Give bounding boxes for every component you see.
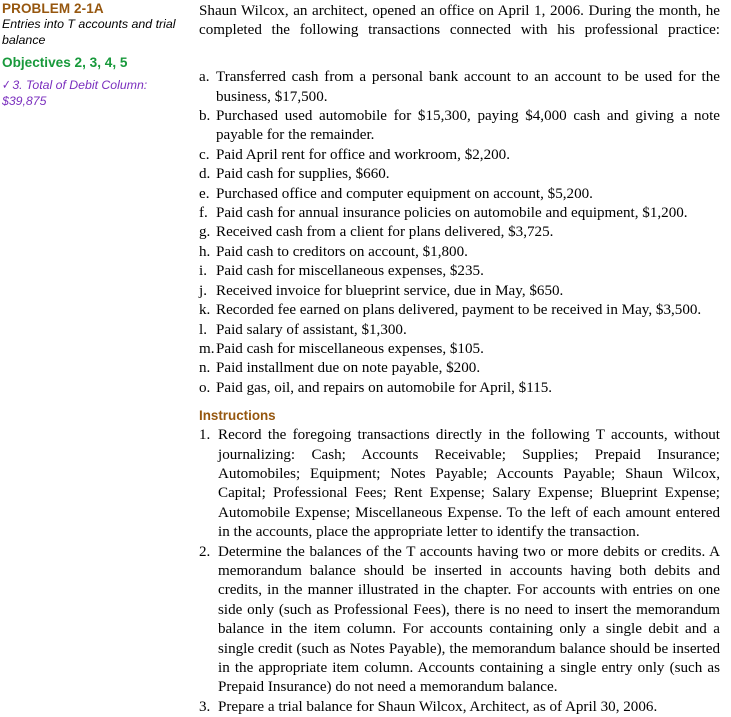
margin-notes-column: PROBLEM 2-1A Entries into T accounts and… bbox=[2, 0, 188, 109]
transaction-item: m. Paid cash for miscellaneous expenses, … bbox=[199, 340, 720, 359]
main-content-column: Shaun Wilcox, an architect, opened an of… bbox=[199, 0, 720, 717]
transaction-marker: i. bbox=[199, 263, 207, 280]
problem-label: PROBLEM 2-1A bbox=[2, 1, 104, 16]
instruction-text: Record the foregoing transactions direct… bbox=[218, 427, 720, 541]
transaction-item: o. Paid gas, oil, and repairs on automobi… bbox=[199, 379, 720, 398]
transaction-text: Paid installment due on note payable, $2… bbox=[216, 360, 481, 377]
transaction-item: d. Paid cash for supplies, $660. bbox=[199, 165, 720, 184]
instructions-heading: Instructions bbox=[199, 408, 276, 424]
transaction-text: Paid cash for annual insurance policies … bbox=[216, 205, 688, 222]
transaction-marker: g. bbox=[199, 224, 211, 241]
transaction-item: h. Paid cash to creditors on account, $1,… bbox=[199, 243, 720, 262]
check-answer-text: 3. Total of Debit Column: $39,875 bbox=[2, 78, 148, 108]
transaction-marker: d. bbox=[199, 166, 211, 183]
transaction-marker: f. bbox=[199, 205, 208, 222]
transaction-text: Purchased used automobile for $15,300, p… bbox=[216, 108, 720, 144]
transaction-text: Received cash from a client for plans de… bbox=[216, 224, 554, 241]
check-answer-note: ✓ 3. Total of Debit Column: $39,875 bbox=[2, 71, 188, 109]
transaction-item: n. Paid installment due on note payable, … bbox=[199, 359, 720, 378]
transaction-marker: k. bbox=[199, 302, 211, 319]
transaction-marker: e. bbox=[199, 185, 210, 202]
transaction-marker: j. bbox=[199, 282, 207, 299]
instructions-list: 1. Record the foregoing transactions dire… bbox=[199, 426, 720, 717]
transaction-text: Paid cash for miscellaneous expenses, $2… bbox=[216, 263, 484, 280]
transaction-text: Recorded fee earned on plans delivered, … bbox=[216, 302, 702, 319]
transaction-text: Paid cash to creditors on account, $1,80… bbox=[216, 243, 468, 260]
transaction-item: a. Transferred cash from a personal bank … bbox=[199, 68, 720, 107]
instruction-item: 2. Determine the balances of the T accoun… bbox=[199, 543, 720, 698]
transaction-marker: a. bbox=[199, 69, 210, 86]
transaction-marker: n. bbox=[199, 360, 211, 377]
transaction-text: Transferred cash from a personal bank ac… bbox=[216, 69, 720, 105]
transaction-text: Paid cash for miscellaneous expenses, $1… bbox=[216, 340, 484, 357]
instruction-marker: 1. bbox=[199, 427, 211, 444]
transaction-item: e. Purchased office and computer equipmen… bbox=[199, 185, 720, 204]
instruction-item: 3. Prepare a trial balance for Shaun Wilc… bbox=[199, 698, 720, 717]
transaction-text: Paid cash for supplies, $660. bbox=[216, 166, 390, 183]
transaction-text: Received invoice for blueprint service, … bbox=[216, 282, 564, 299]
transaction-marker: o. bbox=[199, 379, 211, 396]
transaction-item: k. Recorded fee earned on plans delivered… bbox=[199, 301, 720, 320]
transaction-marker: b. bbox=[199, 108, 211, 125]
transaction-text: Paid salary of assistant, $1,300. bbox=[216, 321, 407, 338]
transaction-text: Paid April rent for office and workroom,… bbox=[216, 146, 510, 163]
transaction-item: g. Received cash from a client for plans … bbox=[199, 223, 720, 242]
transaction-marker: h. bbox=[199, 243, 211, 260]
transaction-text: Purchased office and computer equipment … bbox=[216, 185, 593, 202]
transaction-item: j. Received invoice for blueprint service… bbox=[199, 282, 720, 301]
transaction-marker: c. bbox=[199, 146, 210, 163]
instruction-text: Prepare a trial balance for Shaun Wilcox… bbox=[218, 698, 658, 715]
objectives-label: Objectives 2, 3, 4, 5 bbox=[2, 55, 128, 70]
transaction-item: c. Paid April rent for office and workroo… bbox=[199, 146, 720, 165]
check-mark-icon: ✓ bbox=[2, 77, 11, 93]
instruction-item: 1. Record the foregoing transactions dire… bbox=[199, 426, 720, 542]
instruction-marker: 2. bbox=[199, 543, 211, 560]
transaction-text: Paid gas, oil, and repairs on automobile… bbox=[216, 379, 553, 396]
intro-paragraph: Shaun Wilcox, an architect, opened an of… bbox=[199, 3, 720, 39]
transaction-item: f. Paid cash for annual insurance policie… bbox=[199, 204, 720, 223]
transaction-item: b. Purchased used automobile for $15,300,… bbox=[199, 107, 720, 146]
transaction-item: l. Paid salary of assistant, $1,300. bbox=[199, 321, 720, 340]
instruction-marker: 3. bbox=[199, 698, 211, 715]
problem-subtitle: Entries into T accounts and trial balanc… bbox=[2, 17, 176, 47]
transactions-list: a. Transferred cash from a personal bank … bbox=[199, 68, 720, 398]
transaction-item: i. Paid cash for miscellaneous expenses, … bbox=[199, 262, 720, 281]
instruction-text: Determine the balances of the T accounts… bbox=[218, 543, 720, 696]
transaction-marker: m. bbox=[199, 340, 215, 357]
transaction-marker: l. bbox=[199, 321, 207, 338]
